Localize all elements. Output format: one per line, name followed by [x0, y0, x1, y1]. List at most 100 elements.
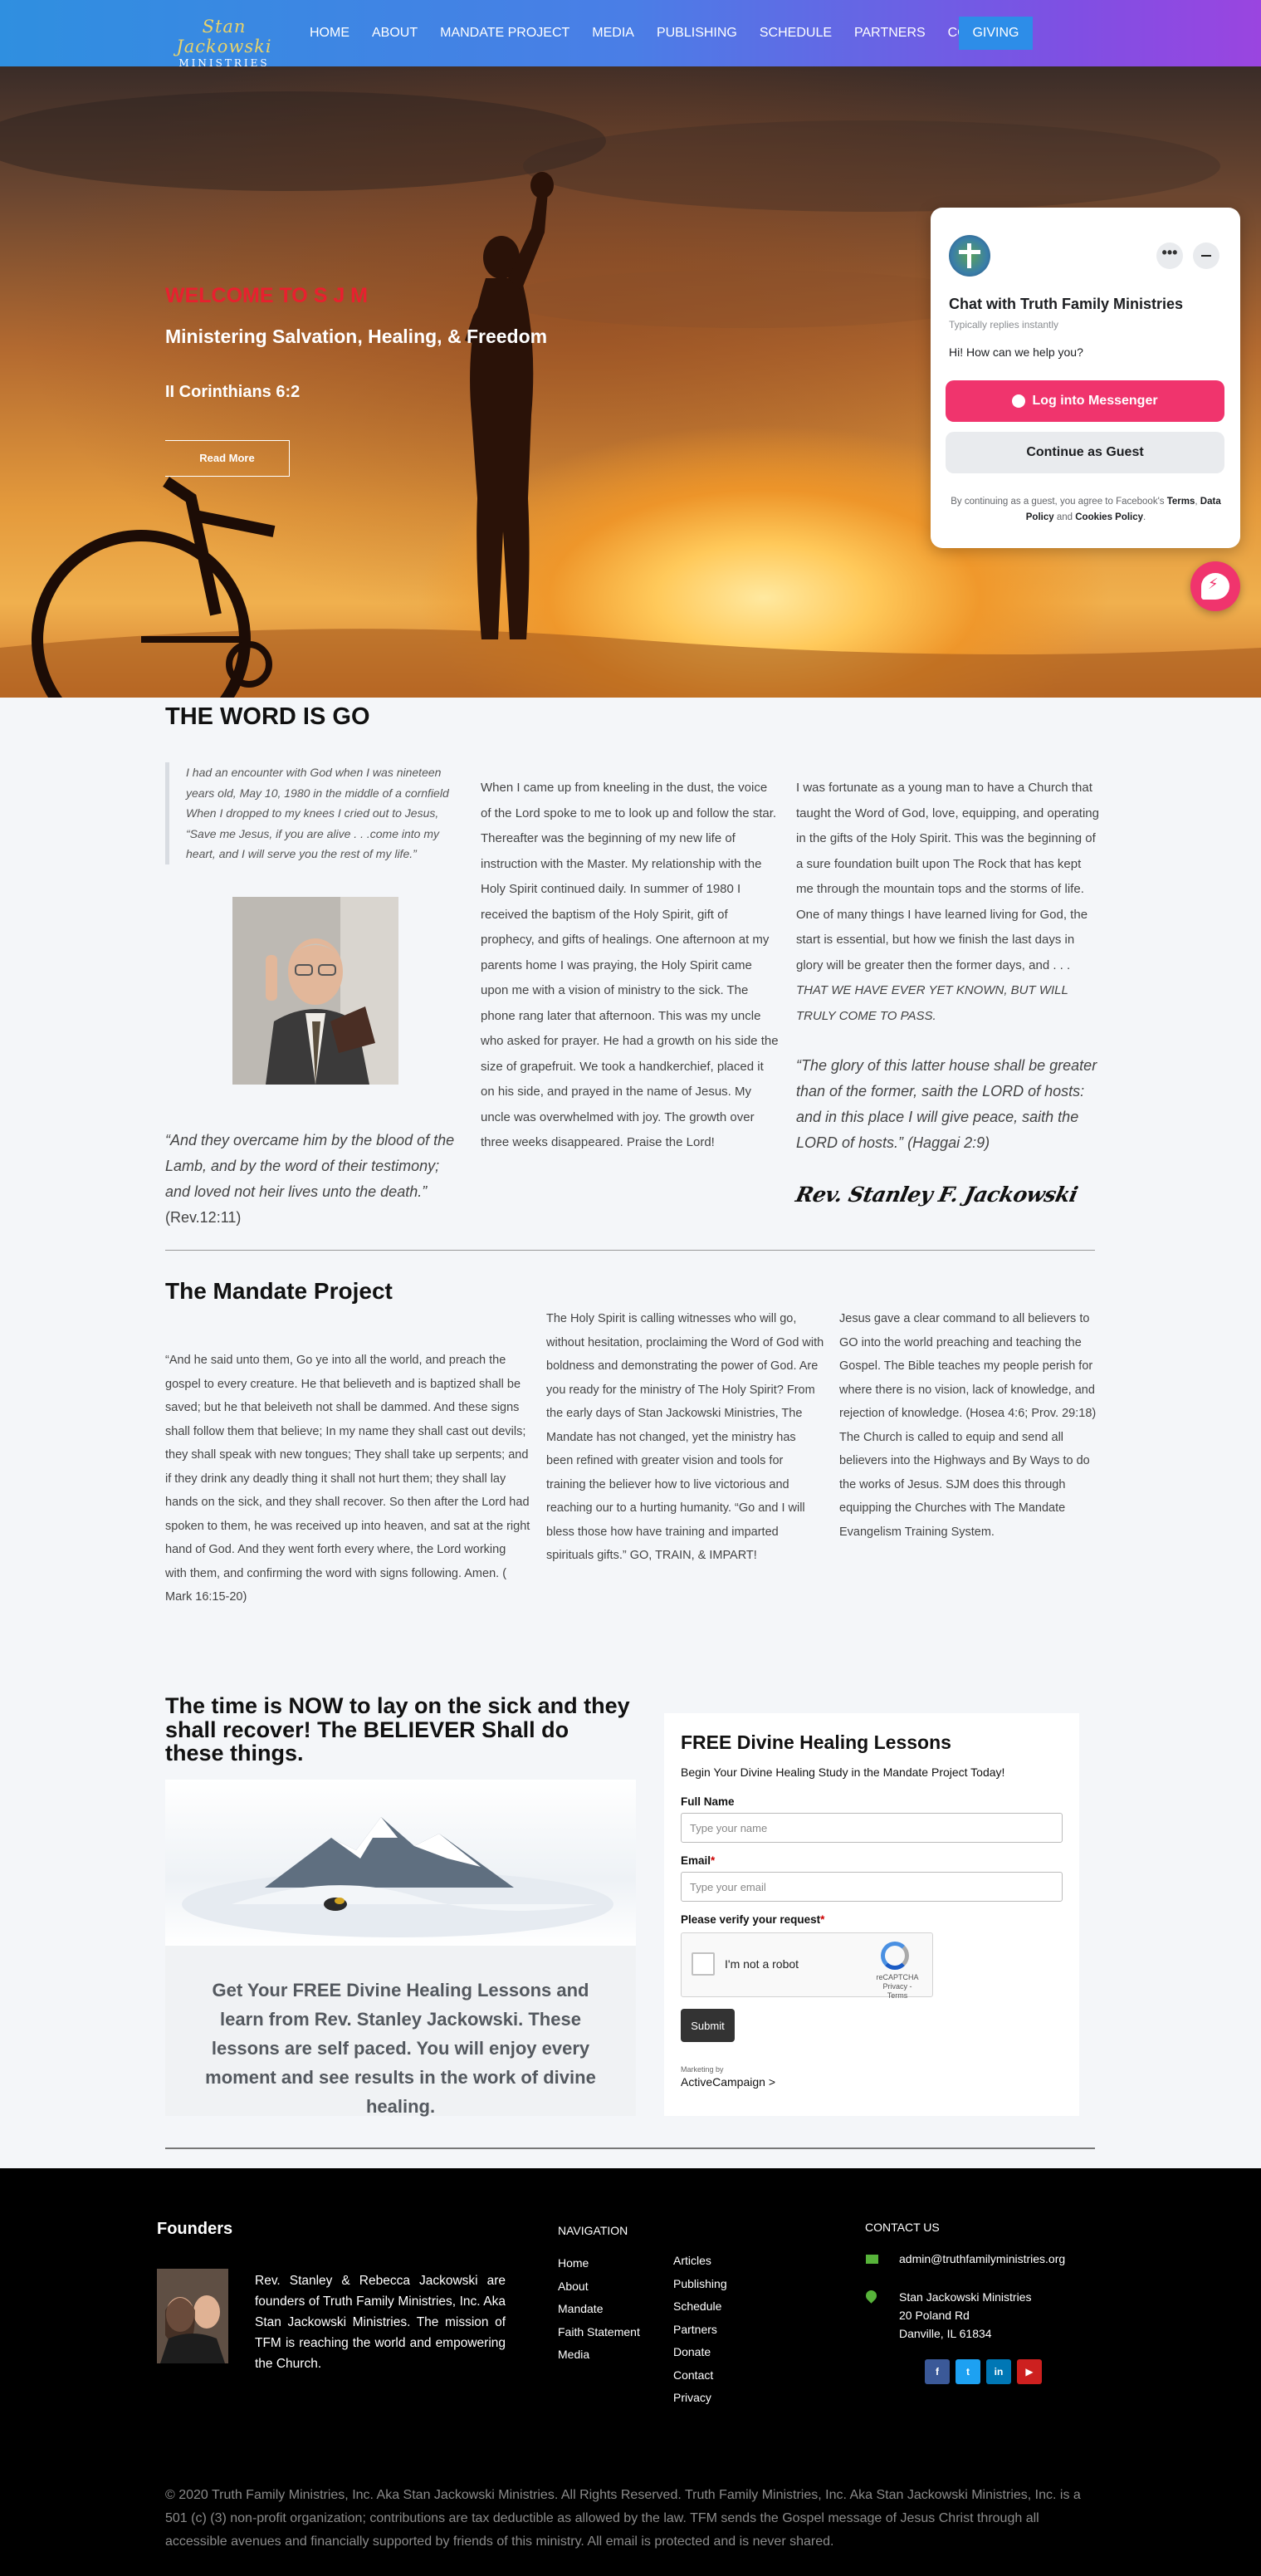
activecampaign-link[interactable]: ActiveCampaign > [681, 2075, 1063, 2089]
healing-signup-form: FREE Divine Healing Lessons Begin Your D… [664, 1713, 1079, 2116]
signature: Rev. Stanley F. Jackowski [793, 1183, 1080, 1207]
contact-heading: CONTACT US [865, 2221, 940, 2234]
site-logo[interactable]: Stan Jackowski MINISTRIES [158, 17, 291, 69]
main-menu: HOME ABOUT MANDATE PROJECT MEDIA PUBLISH… [310, 0, 1034, 66]
login-label: Log into Messenger [1032, 394, 1158, 408]
messenger-chat-widget: ••• Chat with Truth Family Ministries Ty… [931, 208, 1240, 548]
hero-welcome: WELCOME TO S J M [165, 284, 368, 307]
rev12-reference: (Rev.12:11) [165, 1209, 242, 1226]
facebook-icon[interactable]: f [925, 2359, 950, 2384]
copyright-text: © 2020 Truth Family Ministries, Inc. Aka… [165, 2488, 1081, 2549]
footer-link-mandate[interactable]: Mandate [558, 2298, 640, 2321]
footer-link-donate[interactable]: Donate [673, 2341, 727, 2364]
recaptcha-brand: reCAPTCHA Privacy - Terms [874, 1973, 921, 2001]
top-navbar: Stan Jackowski MINISTRIES HOME ABOUT MAN… [0, 0, 1261, 69]
snowy-mountain-image [165, 1780, 636, 1946]
mandate-middle-text: The Holy Spirit is calling witnesses who… [546, 1312, 824, 1562]
free-lessons-promo: Get Your FREE Divine Healing Lessons and… [165, 1946, 636, 2117]
nav-mandate-project[interactable]: MANDATE PROJECT [440, 26, 569, 41]
footer-nav-column-2: Articles Publishing Schedule Partners Do… [673, 2250, 727, 2410]
submit-button[interactable]: Submit [681, 2009, 735, 2042]
recaptcha-links[interactable]: Privacy - Terms [874, 1982, 921, 2001]
log-into-messenger-button[interactable]: Log into Messenger [946, 380, 1224, 422]
nav-partners[interactable]: PARTNERS [854, 26, 926, 41]
form-title: FREE Divine Healing Lessons [681, 1731, 951, 1753]
recaptcha-widget: I'm not a robot reCAPTCHA Privacy - Term… [681, 1932, 933, 2000]
cookies-policy-link[interactable]: Cookies Policy [1075, 512, 1143, 522]
rev12-text: “And they overcame him by the blood of t… [165, 1132, 455, 1200]
recaptcha-label: I'm not a robot [725, 1957, 799, 1971]
continue-as-guest-button[interactable]: Continue as Guest [946, 432, 1224, 473]
footer-link-partners[interactable]: Partners [673, 2319, 727, 2342]
footer-link-articles[interactable]: Articles [673, 2250, 727, 2273]
footer-link-faith-statement[interactable]: Faith Statement [558, 2321, 640, 2344]
logo-subtitle: MINISTRIES [178, 57, 270, 69]
messenger-icon [1012, 394, 1026, 408]
minimize-button[interactable] [1193, 242, 1219, 269]
site-footer: Founders Rev. Stanley & Rebecca Jackowsk… [0, 2168, 1261, 2576]
chat-title: Chat with Truth Family Ministries [949, 296, 1184, 312]
section-divider [165, 1250, 1095, 1251]
footer-link-home[interactable]: Home [558, 2252, 640, 2275]
rev12-scripture: “And they overcame him by the blood of t… [165, 1128, 468, 1231]
word-heading: THE WORD IS GO [165, 703, 370, 730]
footer-link-about[interactable]: About [558, 2275, 640, 2299]
rev-stanley-portrait [232, 897, 398, 1085]
youtube-icon[interactable]: ▶ [1017, 2359, 1042, 2384]
nav-media[interactable]: MEDIA [592, 26, 634, 41]
healing-heading: The time is NOW to lay on the sick and t… [165, 1693, 630, 1765]
legal-and: and [1056, 512, 1073, 522]
haggai-scripture: “The glory of this latter house shall be… [796, 1053, 1099, 1156]
twitter-icon[interactable]: t [956, 2359, 980, 2384]
footer-link-privacy[interactable]: Privacy [673, 2387, 727, 2410]
footer-link-contact[interactable]: Contact [673, 2364, 727, 2387]
footer-nav-column-1: Home About Mandate Faith Statement Media [558, 2252, 640, 2367]
footer-link-publishing[interactable]: Publishing [673, 2273, 727, 2296]
messenger-launcher-button[interactable] [1190, 561, 1240, 611]
footer-link-schedule[interactable]: Schedule [673, 2295, 727, 2319]
recaptcha-checkbox[interactable] [692, 1952, 715, 1976]
hero-verse: II Corinthians 6:2 [165, 383, 301, 401]
testimony-right-column: I was fortunate as a young man to have a… [796, 776, 1099, 1029]
mandate-heading: The Mandate Project [165, 1278, 393, 1304]
mandate-scripture: “And he said unto them, Go ye into all t… [165, 1354, 530, 1604]
testimony-right-text: I was fortunate as a young man to have a… [796, 781, 1099, 972]
testimony-right-emphasis: THAT WE HAVE EVER YET KNOWN, BUT WILL TR… [796, 983, 1068, 1023]
social-links: f t in ▶ [925, 2359, 1042, 2384]
section-divider [165, 2147, 1095, 2149]
founders-description: Rev. Stanley & Rebecca Jackowski are fou… [255, 2274, 506, 2371]
terms-link[interactable]: Terms [1167, 497, 1195, 507]
nav-about[interactable]: ABOUT [372, 26, 418, 41]
contact-email-link[interactable]: admin@truthfamilyministries.org [899, 2252, 1065, 2265]
ministry-avatar [949, 235, 990, 277]
founders-heading: Founders [157, 2220, 233, 2238]
nav-home[interactable]: HOME [310, 26, 349, 41]
form-lead: Begin Your Divine Healing Study in the M… [681, 1765, 1005, 1779]
required-mark: * [711, 1854, 716, 1867]
chat-status: Typically replies instantly [949, 319, 1059, 331]
giving-button[interactable]: GIVING [959, 17, 1033, 50]
required-mark: * [820, 1913, 825, 1926]
envelope-icon [866, 2255, 878, 2264]
nav-schedule[interactable]: SCHEDULE [760, 26, 832, 41]
chat-greeting: Hi! How can we help you? [949, 345, 1083, 359]
testimony-quote: I had an encounter with God when I was n… [165, 762, 468, 864]
testimony-middle-column: When I came up from kneeling in the dust… [481, 781, 779, 1149]
email-label: Email* [681, 1854, 716, 1867]
full-name-label: Full Name [681, 1795, 735, 1808]
verify-label: Please verify your request* [681, 1913, 825, 1926]
email-input[interactable]: Type your email [681, 1872, 1063, 1902]
logo-script: Stan Jackowski [176, 17, 272, 56]
recaptcha-icon [881, 1942, 909, 1970]
haggai-reference: (Haggai 2:9) [907, 1134, 990, 1151]
nav-publishing[interactable]: PUBLISHING [657, 26, 737, 41]
more-options-button[interactable]: ••• [1156, 242, 1183, 269]
read-more-button[interactable]: Read More [165, 440, 290, 477]
contact-address: Stan Jackowski Ministries 20 Poland Rd D… [899, 2290, 1032, 2340]
messenger-icon [1201, 573, 1229, 600]
full-name-input[interactable]: Type your name [681, 1813, 1063, 1843]
marketing-by: Marketing by [681, 2065, 724, 2074]
footer-link-media[interactable]: Media [558, 2343, 640, 2367]
legal-prefix: By continuing as a guest, you agree to F… [951, 497, 1165, 507]
linkedin-icon[interactable]: in [986, 2359, 1011, 2384]
